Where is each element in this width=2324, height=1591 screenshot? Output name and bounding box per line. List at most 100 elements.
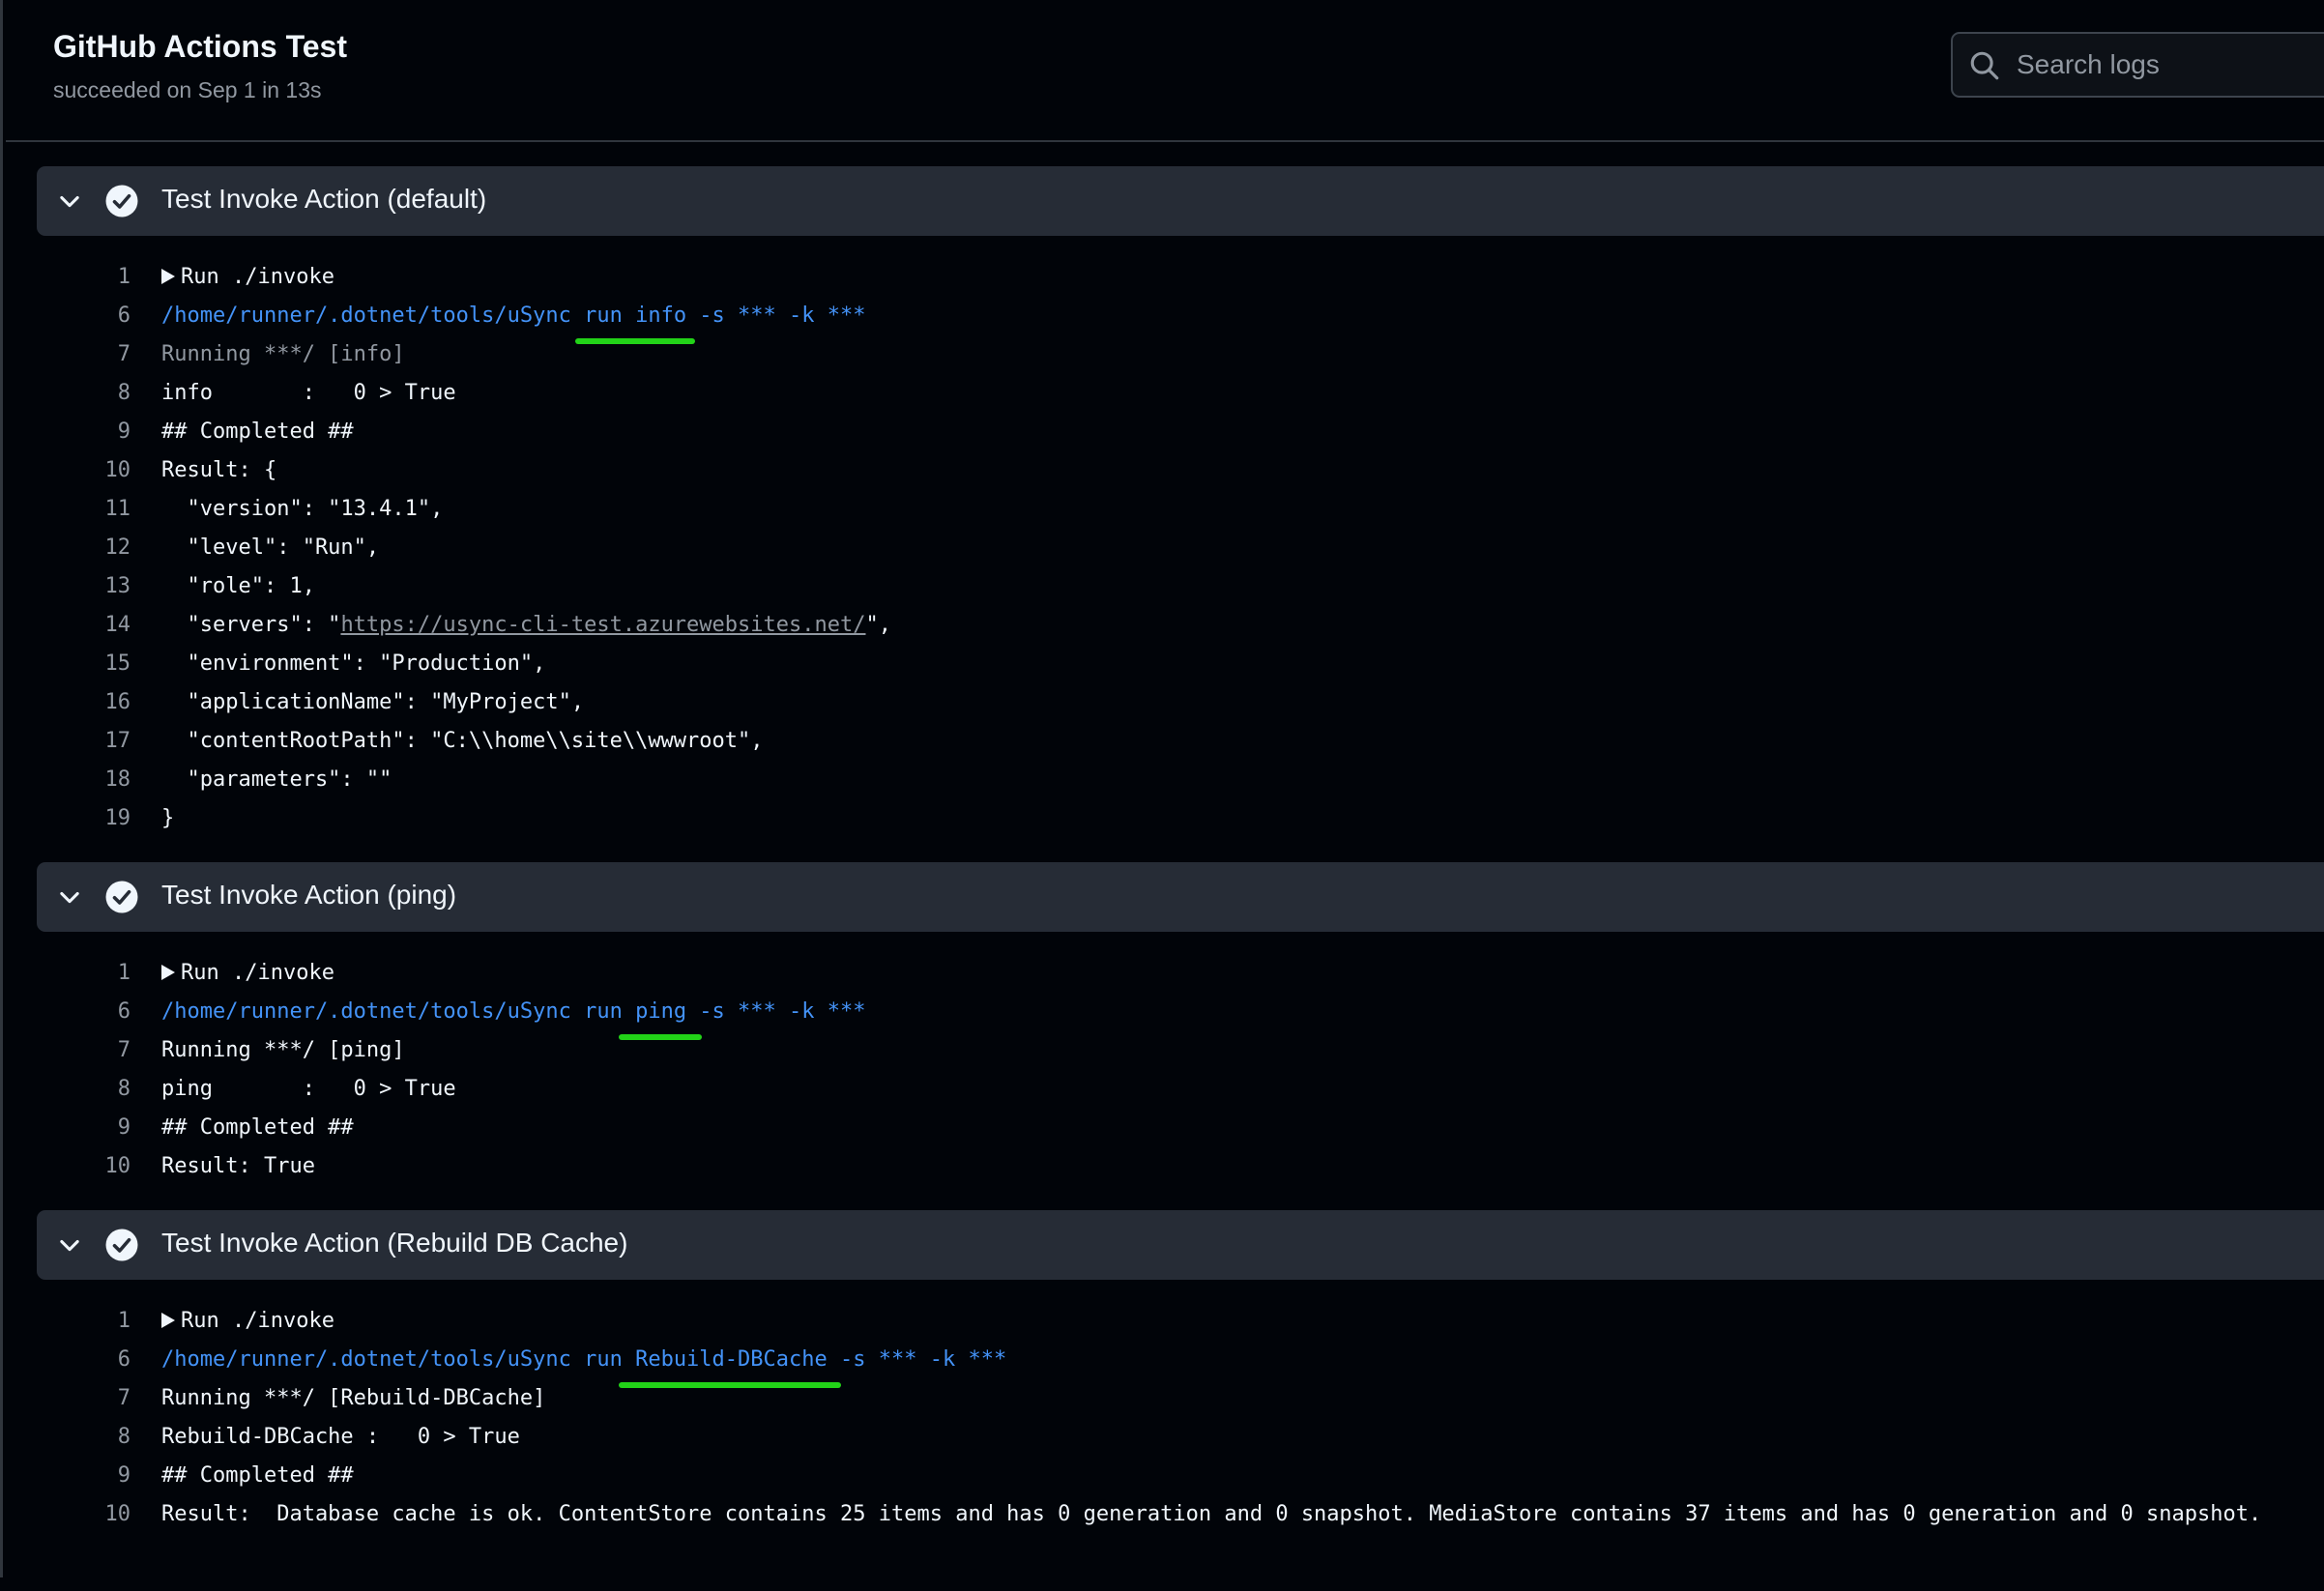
log-text: ## Completed ## (161, 419, 354, 444)
log-line: 6 /home/runner/.dotnet/tools/uSync run R… (3, 1340, 2324, 1378)
log-text: "environment": "Production", (161, 651, 546, 676)
line-number[interactable]: 9 (61, 1115, 131, 1140)
log-text: } (161, 806, 175, 830)
line-number[interactable]: 6 (61, 304, 131, 328)
log-text: Running ***/ [ping] (161, 1038, 405, 1062)
line-number[interactable]: 14 (61, 613, 131, 637)
log-text: "contentRootPath": "C:\\home\\site\\wwwr… (161, 729, 764, 753)
log-group-toggle[interactable]: Run ./invoke (161, 265, 334, 289)
line-number[interactable]: 9 (61, 1463, 131, 1488)
log-text: Run ./invoke (181, 265, 334, 289)
line-number[interactable]: 7 (61, 1386, 131, 1410)
line-number[interactable]: 8 (61, 1077, 131, 1101)
line-number[interactable]: 6 (61, 1347, 131, 1372)
command-rest: -s *** -k *** (827, 1347, 1007, 1372)
log-command: /home/runner/.dotnet/tools/uSync run pin… (161, 999, 866, 1024)
line-number[interactable]: 10 (61, 1502, 131, 1526)
search-input[interactable] (2017, 34, 2324, 96)
log-text: Run ./invoke (181, 961, 334, 985)
log-line: 19 } (3, 798, 2324, 837)
log-line: 10 Result: { (3, 450, 2324, 489)
line-number[interactable]: 1 (61, 961, 131, 985)
line-number[interactable]: 6 (61, 999, 131, 1024)
search-icon (1970, 51, 1999, 80)
step-log-ping: 1 Run ./invoke 6 /home/runner/.dotnet/to… (3, 953, 2324, 1185)
log-line[interactable]: 1 Run ./invoke (3, 257, 2324, 296)
log-text: "version": "13.4.1", (161, 497, 444, 521)
line-number[interactable]: 8 (61, 381, 131, 405)
log-line: 10 Result: True (3, 1146, 2324, 1185)
log-line: 9 ## Completed ## (3, 1456, 2324, 1494)
step-log-default: 1 Run ./invoke 6 /home/runner/.dotnet/to… (3, 257, 2324, 837)
line-number[interactable]: 17 (61, 729, 131, 753)
line-number[interactable]: 12 (61, 535, 131, 560)
job-title: GitHub Actions Test (53, 29, 347, 64)
step-header-ping[interactable]: Test Invoke Action (ping) (37, 862, 2324, 932)
line-number[interactable]: 8 (61, 1425, 131, 1449)
log-line: 10 Result: Database cache is ok. Content… (3, 1494, 2324, 1533)
log-text: Run ./invoke (181, 1309, 334, 1333)
log-line: 13 "role": 1, (3, 566, 2324, 605)
log-text: "parameters": "" (161, 767, 392, 792)
annotation-underline (575, 338, 695, 344)
line-number[interactable]: 10 (61, 458, 131, 482)
line-number[interactable]: 19 (61, 806, 131, 830)
log-line: 9 ## Completed ## (3, 1108, 2324, 1146)
log-line: 18 "parameters": "" (3, 760, 2324, 798)
command-arg: info (635, 304, 687, 328)
log-line[interactable]: 1 Run ./invoke (3, 953, 2324, 992)
line-number[interactable]: 10 (61, 1154, 131, 1178)
log-line: 7 Running ***/ [ping] (3, 1030, 2324, 1069)
log-line[interactable]: 1 Run ./invoke (3, 1301, 2324, 1340)
log-command: /home/runner/.dotnet/tools/uSync run inf… (161, 304, 866, 328)
server-url-link[interactable]: https://usync-cli-test.azurewebsites.net… (340, 613, 865, 637)
step-header-default[interactable]: Test Invoke Action (default) (37, 166, 2324, 236)
log-line: 16 "applicationName": "MyProject", (3, 682, 2324, 721)
expand-triangle-icon[interactable] (161, 1313, 175, 1328)
log-line: 6 /home/runner/.dotnet/tools/uSync run i… (3, 296, 2324, 334)
log-line: 14 "servers": "https://usync-cli-test.az… (3, 605, 2324, 644)
line-number[interactable]: 7 (61, 1038, 131, 1062)
step-header-rebuild-db-cache[interactable]: Test Invoke Action (Rebuild DB Cache) (37, 1210, 2324, 1280)
expand-triangle-icon[interactable] (161, 269, 175, 284)
expand-triangle-icon[interactable] (161, 965, 175, 980)
log-text: Result: { (161, 458, 277, 482)
step-log-rebuild-db-cache: 1 Run ./invoke 6 /home/runner/.dotnet/to… (3, 1301, 2324, 1533)
line-number[interactable]: 18 (61, 767, 131, 792)
line-number[interactable]: 7 (61, 342, 131, 366)
command-path: /home/runner/.dotnet/tools/uSync run (161, 1347, 636, 1372)
command-rest: -s *** -k *** (686, 999, 866, 1024)
log-group-toggle[interactable]: Run ./invoke (161, 1309, 334, 1333)
chevron-down-icon[interactable] (56, 1231, 83, 1258)
log-text: "applicationName": "MyProject", (161, 690, 585, 714)
annotation-underline (619, 1034, 702, 1040)
search-box[interactable] (1951, 32, 2324, 98)
line-number[interactable]: 1 (61, 265, 131, 289)
log-line: 9 ## Completed ## (3, 412, 2324, 450)
log-line: 15 "environment": "Production", (3, 644, 2324, 682)
log-text: "level": "Run", (161, 535, 380, 560)
log-text: ## Completed ## (161, 1463, 354, 1488)
check-circle-icon (105, 185, 138, 217)
log-text: ping : 0 > True (161, 1077, 456, 1101)
line-number[interactable]: 16 (61, 690, 131, 714)
step-title: Test Invoke Action (default) (161, 184, 487, 214)
log-line: 6 /home/runner/.dotnet/tools/uSync run p… (3, 992, 2324, 1030)
line-number[interactable]: 13 (61, 574, 131, 598)
chevron-down-icon[interactable] (56, 188, 83, 215)
log-line: 8 info : 0 > True (3, 373, 2324, 412)
log-line: 17 "contentRootPath": "C:\\home\\site\\w… (3, 721, 2324, 760)
log-group-toggle[interactable]: Run ./invoke (161, 961, 334, 985)
step-title: Test Invoke Action (ping) (161, 880, 457, 910)
line-number[interactable]: 15 (61, 651, 131, 676)
log-text: info : 0 > True (161, 381, 456, 405)
log-line: 11 "version": "13.4.1", (3, 489, 2324, 528)
chevron-down-icon[interactable] (56, 883, 83, 911)
log-text: ## Completed ## (161, 1115, 354, 1140)
line-number[interactable]: 11 (61, 497, 131, 521)
command-path: /home/runner/.dotnet/tools/uSync run (161, 304, 636, 328)
line-number[interactable]: 9 (61, 419, 131, 444)
line-number[interactable]: 1 (61, 1309, 131, 1333)
job-header: GitHub Actions Test succeeded on Sep 1 i… (6, 0, 2324, 142)
log-text: Result: True (161, 1154, 315, 1178)
